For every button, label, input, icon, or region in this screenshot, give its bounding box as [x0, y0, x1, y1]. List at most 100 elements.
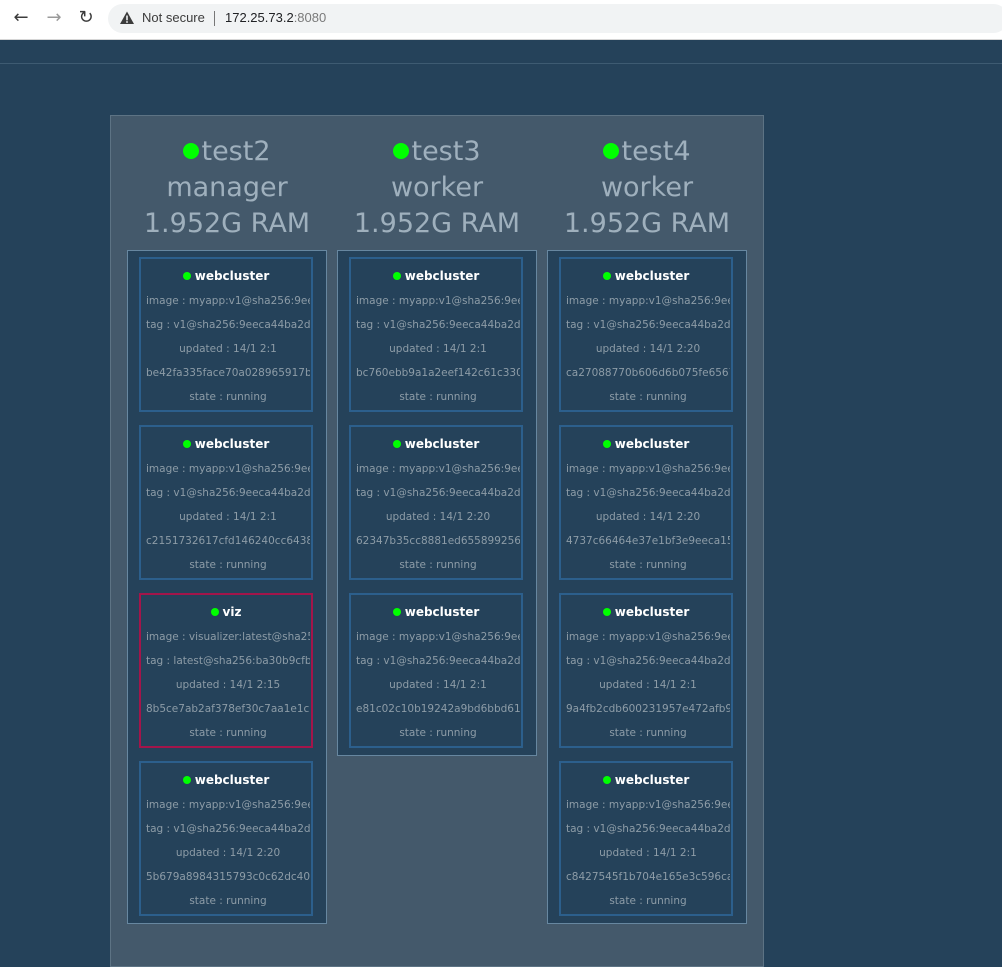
- task-name: webcluster: [194, 437, 270, 451]
- warning-icon: [120, 11, 134, 24]
- node-header: test4 worker 1.952G RAM: [547, 134, 747, 242]
- address-bar[interactable]: Not secure 172.25.73.2:8080: [108, 4, 1002, 33]
- task-status-dot-icon: [392, 608, 401, 616]
- task-tag: tag : v1@sha256:9eeca44ba2d410e5: [356, 319, 520, 331]
- swarm-visualizer-panel: test2 manager 1.952G RAM webcluster image : …: [110, 115, 764, 967]
- task-id: 5b679a8984315793c0c62dc4029e69: [146, 871, 310, 883]
- task-updated: updated : 14/1 2:20: [385, 511, 491, 523]
- task-status-dot-icon: [182, 440, 191, 448]
- task-state: state : running: [189, 391, 267, 403]
- task-title: webcluster: [351, 268, 521, 284]
- task-status-dot-icon: [392, 440, 401, 448]
- task-card[interactable]: webcluster image : myapp:v1@sha256:9eeca4…: [139, 761, 313, 916]
- task-card[interactable]: webcluster image : myapp:v1@sha256:9eeca4…: [349, 425, 523, 580]
- task-state: state : running: [189, 559, 267, 571]
- task-name: webcluster: [194, 773, 270, 787]
- task-status-dot-icon: [602, 272, 611, 280]
- task-name: webcluster: [194, 269, 270, 283]
- node-status-dot-icon: [393, 143, 410, 159]
- task-status-dot-icon: [182, 776, 191, 784]
- node-task-list: webcluster image : myapp:v1@sha256:9eeca4…: [127, 250, 327, 924]
- url-text[interactable]: 172.25.73.2:8080: [225, 10, 326, 25]
- task-id: bc760ebb9a1a2eef142c61c330affdc: [356, 367, 520, 379]
- task-card[interactable]: webcluster image : myapp:v1@sha256:9eeca4…: [349, 257, 523, 412]
- task-title: webcluster: [561, 604, 731, 620]
- task-updated: updated : 14/1 2:1: [389, 343, 487, 355]
- browser-toolbar: ← → ↻ Not secure 172.25.73.2:8080: [0, 0, 1002, 40]
- header-divider: [0, 63, 1002, 64]
- task-name: webcluster: [614, 605, 690, 619]
- task-image: image : myapp:v1@sha256:9eeca44b: [146, 463, 310, 475]
- task-list-padding: [548, 916, 746, 923]
- task-image: image : myapp:v1@sha256:9eeca44b: [566, 799, 730, 811]
- node-name-row: test2: [127, 134, 327, 170]
- task-status-dot-icon: [210, 608, 219, 616]
- task-state: state : running: [609, 727, 687, 739]
- task-tag: tag : v1@sha256:9eeca44ba2d410e5: [566, 823, 730, 835]
- task-card[interactable]: webcluster image : myapp:v1@sha256:9eeca4…: [559, 425, 733, 580]
- task-updated: updated : 14/1 2:20: [595, 343, 701, 355]
- task-image: image : myapp:v1@sha256:9eeca44b: [356, 463, 520, 475]
- node-header: test3 worker 1.952G RAM: [337, 134, 537, 242]
- task-name: webcluster: [404, 437, 480, 451]
- task-card[interactable]: webcluster image : myapp:v1@sha256:9eeca4…: [139, 257, 313, 412]
- security-status-label[interactable]: Not secure: [142, 10, 205, 25]
- node-task-list: webcluster image : myapp:v1@sha256:9eeca4…: [547, 250, 747, 924]
- task-state: state : running: [189, 895, 267, 907]
- task-list-padding: [338, 748, 536, 755]
- node-name-row: test3: [337, 134, 537, 170]
- task-status-dot-icon: [602, 440, 611, 448]
- task-state: state : running: [609, 391, 687, 403]
- task-id: c2151732617cfd146240cc64389f499: [146, 535, 310, 547]
- task-card[interactable]: webcluster image : myapp:v1@sha256:9eeca4…: [559, 593, 733, 748]
- node-name-row: test4: [547, 134, 747, 170]
- node-header: test2 manager 1.952G RAM: [127, 134, 327, 242]
- task-image: image : myapp:v1@sha256:9eeca44b: [566, 631, 730, 643]
- node-status-dot-icon: [183, 143, 200, 159]
- task-id: 9a4fb2cdb600231957e472afb9054c0: [566, 703, 730, 715]
- task-state: state : running: [399, 727, 477, 739]
- task-card[interactable]: webcluster image : myapp:v1@sha256:9eeca4…: [349, 593, 523, 748]
- node-role: worker: [390, 172, 484, 203]
- task-card[interactable]: webcluster image : myapp:v1@sha256:9eeca4…: [559, 761, 733, 916]
- task-list-padding: [128, 916, 326, 923]
- task-id: 4737c66464e37e1bf3e9eeca15848bb: [566, 535, 730, 547]
- task-state: state : running: [399, 559, 477, 571]
- forward-arrow-icon[interactable]: →: [42, 8, 66, 28]
- task-title: webcluster: [561, 772, 731, 788]
- url-port: :8080: [293, 10, 327, 25]
- task-card[interactable]: webcluster image : myapp:v1@sha256:9eeca4…: [559, 257, 733, 412]
- task-state: state : running: [609, 895, 687, 907]
- task-updated: updated : 14/1 2:20: [595, 511, 701, 523]
- task-id: ca27088770b606d6b075fe6567a336: [566, 367, 730, 379]
- task-state: state : running: [399, 391, 477, 403]
- task-title: webcluster: [351, 436, 521, 452]
- task-id: c8427545f1b704e165e3c596ca932cc: [566, 871, 730, 883]
- task-name: webcluster: [404, 269, 480, 283]
- reload-icon[interactable]: ↻: [74, 8, 98, 28]
- task-name: webcluster: [614, 773, 690, 787]
- task-tag: tag : v1@sha256:9eeca44ba2d410e5: [146, 487, 310, 499]
- task-state: state : running: [189, 727, 267, 739]
- task-id: 8b5ce7ab2af378ef30c7aa1e1cbd4eb: [146, 703, 310, 715]
- task-title: webcluster: [561, 268, 731, 284]
- task-title: viz: [141, 604, 311, 620]
- back-arrow-icon[interactable]: ←: [9, 8, 33, 28]
- task-name: viz: [222, 605, 242, 619]
- task-updated: updated : 14/1 2:1: [389, 679, 487, 691]
- task-title: webcluster: [561, 436, 731, 452]
- task-status-dot-icon: [392, 272, 401, 280]
- task-title: webcluster: [141, 268, 311, 284]
- url-host: 172.25.73.2: [225, 10, 294, 25]
- task-card[interactable]: webcluster image : myapp:v1@sha256:9eeca4…: [139, 425, 313, 580]
- node-task-list: webcluster image : myapp:v1@sha256:9eeca4…: [337, 250, 537, 756]
- node-name: test3: [411, 136, 481, 167]
- task-tag: tag : v1@sha256:9eeca44ba2d410e5: [566, 319, 730, 331]
- task-status-dot-icon: [602, 776, 611, 784]
- task-card[interactable]: viz image : visualizer:latest@sha256:ba3 t…: [139, 593, 313, 748]
- task-image: image : visualizer:latest@sha256:ba3: [146, 631, 310, 643]
- task-title: webcluster: [141, 772, 311, 788]
- task-image: image : myapp:v1@sha256:9eeca44b: [146, 295, 310, 307]
- task-id: 62347b35cc8881ed655899256cd956: [356, 535, 520, 547]
- node-status-dot-icon: [603, 143, 620, 159]
